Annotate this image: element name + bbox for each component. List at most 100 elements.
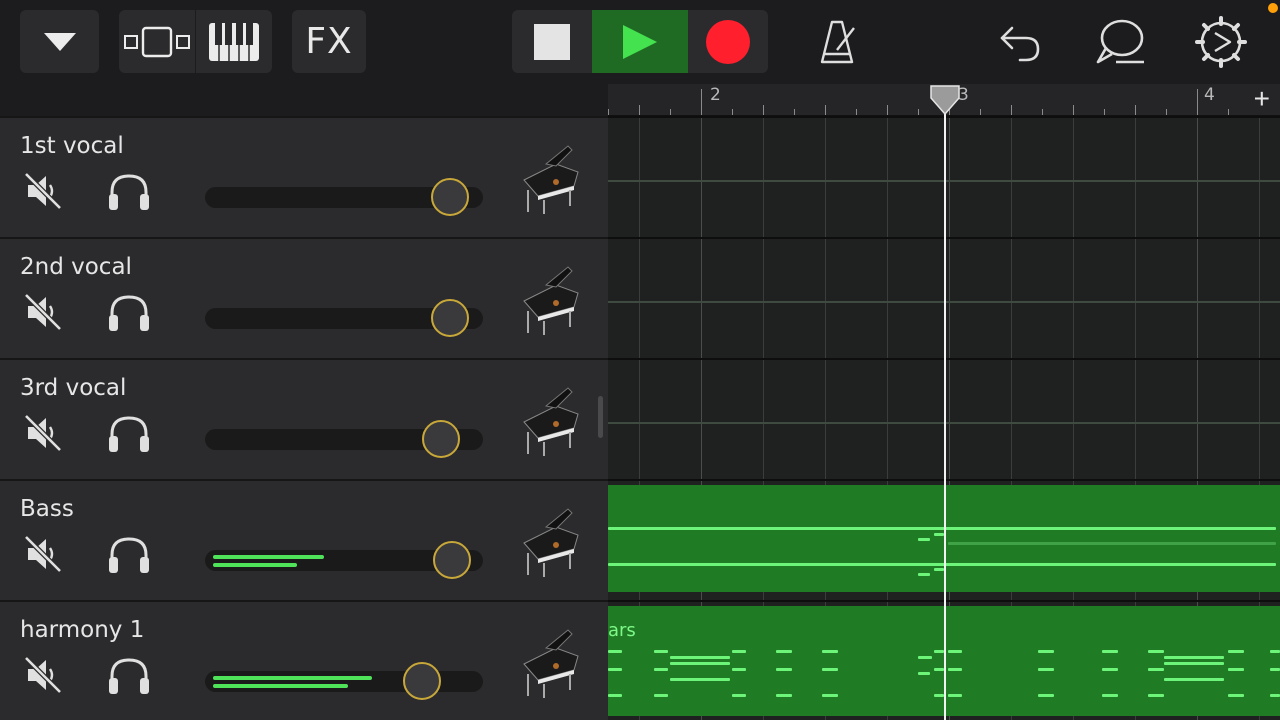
mute-icon[interactable] [22,533,64,580]
track-header-list: 1st vocal 2nd vocal 3rd vocal Bass harmony 1 [0,84,608,720]
track-name[interactable]: 3rd vocal [20,375,126,401]
ruler-tick [825,105,826,115]
garageband-tracks-view: FX 1st vocal 2nd vocal 3rd vocal Bass ha… [0,0,1280,720]
grand-piano-icon[interactable] [516,626,582,705]
loop-browser-button[interactable] [1094,18,1148,71]
midi-note [918,656,932,659]
stop-button[interactable] [512,10,592,73]
grid-line [1259,360,1260,479]
midi-note [948,527,1276,530]
grand-piano-icon[interactable] [516,142,582,221]
midi-note [670,678,730,681]
ruler-tick [670,109,671,115]
add-section-button[interactable]: + [1254,85,1270,113]
metronome-button[interactable] [810,18,864,71]
midi-note [934,694,944,697]
midi-note [822,650,838,653]
track-header[interactable]: 2nd vocal [0,237,608,358]
keyboard-button[interactable] [196,10,272,73]
grid-line [639,360,640,479]
mute-icon[interactable] [22,654,64,701]
grid-line [1135,239,1136,358]
midi-note [1228,668,1244,671]
grid-line [887,239,888,358]
headphones-icon[interactable] [106,533,152,580]
volume-slider[interactable] [205,541,483,579]
midi-note [918,672,930,675]
midi-note [948,694,962,697]
ruler-tick [856,109,857,115]
level-meter [213,563,297,567]
bar-number: 4 [1204,85,1215,105]
record-icon [706,19,750,64]
headphones-icon[interactable] [106,654,152,701]
volume-knob[interactable] [422,420,460,458]
ruler-tick [980,109,981,115]
grand-piano-icon[interactable] [516,505,582,584]
grid-line [763,360,764,479]
tracks-timeline[interactable]: 2 3 4 + ars [608,84,1280,720]
midi-note [948,650,962,653]
volume-slider[interactable] [205,662,483,700]
grand-piano-icon[interactable] [516,384,582,463]
track-header[interactable]: Bass [0,479,608,600]
midi-note [1148,668,1164,671]
scroll-indicator[interactable] [598,396,603,438]
grid-line [639,118,640,237]
mute-icon[interactable] [22,291,64,338]
track-header[interactable]: 3rd vocal [0,358,608,479]
grand-piano-icon[interactable] [516,263,582,342]
midi-note [608,668,622,671]
midi-note [1270,694,1280,697]
headphones-icon[interactable] [106,291,152,338]
record-button[interactable] [688,10,768,73]
volume-knob[interactable] [433,541,471,579]
volume-knob[interactable] [403,662,441,700]
midi-note [1148,650,1164,653]
track-name[interactable]: harmony 1 [20,617,144,643]
grid-line [949,360,950,479]
ruler-tick [732,109,733,115]
ruler-tick [887,105,888,115]
mute-icon[interactable] [22,170,64,217]
track-view-button[interactable] [119,10,195,73]
playhead-handle[interactable] [929,84,961,121]
midi-note [1148,694,1164,697]
playhead-line [944,98,946,720]
volume-slider[interactable] [205,178,483,216]
metronome-icon [820,20,855,64]
chevron-down-icon [43,32,76,51]
play-button[interactable] [592,10,688,73]
midi-note [934,650,944,653]
grid-line [1073,239,1074,358]
track-header[interactable]: 1st vocal [0,116,608,237]
grid-line [1011,118,1012,237]
track-name[interactable]: Bass [20,496,74,522]
track-header[interactable]: harmony 1 [0,600,608,720]
settings-button[interactable] [1195,16,1247,73]
fx-label: FX [305,21,353,62]
mute-icon[interactable] [22,412,64,459]
midi-note [1102,694,1118,697]
midi-note [1228,650,1244,653]
control-bar: FX [0,0,1280,84]
undo-button[interactable] [996,20,1044,69]
track-name[interactable]: 1st vocal [20,133,124,159]
volume-knob[interactable] [431,178,469,216]
status-dot [1268,3,1278,13]
tracks-dropdown-button[interactable] [20,10,99,73]
volume-knob[interactable] [431,299,469,337]
ruler-tick [794,109,795,115]
track-name[interactable]: 2nd vocal [20,254,132,280]
volume-slider[interactable] [205,299,483,337]
headphones-icon[interactable] [106,412,152,459]
headphones-icon[interactable] [106,170,152,217]
fx-button[interactable]: FX [292,10,366,73]
ruler-tick [1228,109,1229,115]
volume-slider[interactable] [205,420,483,458]
ruler-tick [918,109,919,115]
midi-note [918,538,930,541]
play-icon [623,24,657,59]
midi-note [1038,668,1054,671]
midi-note [948,668,962,671]
